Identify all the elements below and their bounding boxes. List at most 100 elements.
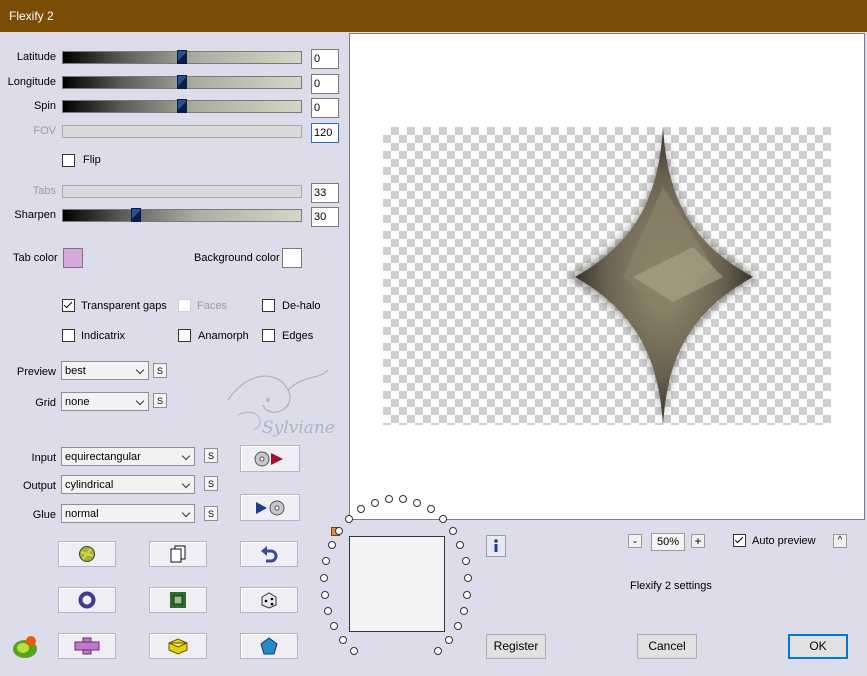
output-label: Output <box>22 480 56 492</box>
dial-step-circle[interactable] <box>463 590 472 599</box>
preview-s-button[interactable]: S <box>153 363 167 378</box>
flip-checkbox[interactable] <box>62 154 75 167</box>
latitude-slider[interactable] <box>62 50 302 64</box>
dial-step-circle[interactable] <box>338 635 347 644</box>
sharpen-slider[interactable] <box>62 208 302 222</box>
donut-button[interactable] <box>58 587 116 613</box>
input-convert-button[interactable] <box>240 445 300 472</box>
auto-preview-checkbox[interactable] <box>733 534 746 547</box>
copy-icon <box>170 545 186 563</box>
tab-color-swatch[interactable] <box>63 248 83 268</box>
grid-dropdown-value: none <box>65 396 90 408</box>
glue-s-button[interactable]: S <box>204 506 218 521</box>
copy-button[interactable] <box>149 541 207 567</box>
disc-to-play-icon <box>256 500 285 515</box>
anamorph-checkbox[interactable] <box>178 329 191 342</box>
dial-step-circle[interactable] <box>456 541 465 550</box>
zoom-out-button[interactable]: - <box>628 534 642 548</box>
preview-dropdown[interactable]: best <box>61 361 149 380</box>
spin-label: Spin <box>33 100 56 112</box>
preview-label: Preview <box>16 366 56 378</box>
chip-button[interactable] <box>149 587 207 613</box>
longitude-value-input[interactable]: 0 <box>311 74 339 94</box>
dial-step-circle[interactable] <box>327 541 336 550</box>
play-to-disc-icon <box>254 451 283 466</box>
tabs-slider <box>62 185 302 198</box>
zoom-in-button[interactable]: + <box>691 534 705 548</box>
dial-step-circle[interactable] <box>322 557 331 566</box>
input-dropdown[interactable]: equirectangular <box>61 447 195 466</box>
chevron-down-icon <box>181 508 191 518</box>
dial-step-circle[interactable] <box>445 635 454 644</box>
faces-checkbox <box>178 299 191 312</box>
dial-step-circle[interactable] <box>434 646 443 655</box>
dial-step-circle[interactable] <box>461 557 470 566</box>
dial-step-circle[interactable] <box>320 590 329 599</box>
dial-step-circle[interactable] <box>370 498 379 507</box>
output-s-button[interactable]: S <box>204 476 218 491</box>
background-color-label: Background color <box>194 252 280 264</box>
dial-step-circle[interactable] <box>453 622 462 631</box>
dial-step-circle[interactable] <box>349 646 358 655</box>
longitude-label: Longitude <box>7 76 56 88</box>
cancel-button[interactable]: Cancel <box>637 634 697 659</box>
dial-step-circle[interactable] <box>448 527 457 536</box>
longitude-slider-thumb[interactable] <box>177 75 187 89</box>
tabs-value-input[interactable]: 33 <box>311 183 339 203</box>
grid-dropdown[interactable]: none <box>61 392 149 411</box>
spin-slider[interactable] <box>62 99 302 113</box>
transparent-gaps-label: Transparent gaps <box>81 300 167 312</box>
indicatrix-checkbox[interactable] <box>62 329 75 342</box>
title-bar: Flexify 2 <box>0 0 867 32</box>
thumbnail-preview[interactable] <box>349 536 445 632</box>
dial-step-circle[interactable] <box>324 606 333 615</box>
spin-value-input[interactable]: 0 <box>311 98 339 118</box>
fov-value-input[interactable]: 120 <box>311 123 339 143</box>
register-button[interactable]: Register <box>486 634 546 659</box>
cross-button[interactable] <box>58 633 116 659</box>
transparent-gaps-checkbox[interactable] <box>62 299 75 312</box>
spin-slider-thumb[interactable] <box>177 99 187 113</box>
output-dropdown[interactable]: cylindrical <box>61 475 195 494</box>
faces-label: Faces <box>197 300 227 312</box>
undo-button[interactable] <box>240 541 298 567</box>
de-halo-checkbox[interactable] <box>262 299 275 312</box>
dial-step-circle[interactable] <box>330 622 339 631</box>
collapse-button[interactable]: ^ <box>833 534 847 548</box>
tab-color-label: Tab color <box>13 252 58 264</box>
latitude-value-input[interactable]: 0 <box>311 49 339 69</box>
sharpen-value-input[interactable]: 30 <box>311 207 339 227</box>
sharpen-slider-thumb[interactable] <box>131 208 141 222</box>
watermark-text: Sylviane <box>262 418 335 438</box>
gem-button[interactable] <box>240 633 298 659</box>
output-convert-button[interactable] <box>240 494 300 521</box>
chevron-down-icon <box>135 365 145 375</box>
glue-dropdown[interactable]: normal <box>61 504 195 523</box>
input-s-button[interactable]: S <box>204 448 218 463</box>
dial-step-circle[interactable] <box>463 573 472 582</box>
input-dropdown-value: equirectangular <box>65 451 141 463</box>
donut-icon <box>78 591 96 609</box>
dial-step-circle[interactable] <box>345 514 354 523</box>
edges-checkbox[interactable] <box>262 329 275 342</box>
info-button[interactable] <box>486 535 506 557</box>
latitude-slider-thumb[interactable] <box>177 50 187 64</box>
input-label: Input <box>31 452 56 464</box>
cross-icon <box>74 637 100 655</box>
background-color-swatch[interactable] <box>282 248 302 268</box>
ok-button[interactable]: OK <box>788 634 848 659</box>
chevron-down-icon <box>181 479 191 489</box>
cube-button[interactable] <box>149 633 207 659</box>
window-title: Flexify 2 <box>9 9 54 23</box>
dial-step-circle[interactable] <box>459 606 468 615</box>
preview-canvas[interactable] <box>349 33 865 520</box>
dice-button[interactable] <box>240 587 298 613</box>
dial-step-circle[interactable] <box>335 527 344 536</box>
preview-dropdown-value: best <box>65 365 86 377</box>
randomize-globe-button[interactable] <box>58 541 116 567</box>
dial-step-circle[interactable] <box>320 573 329 582</box>
cube-icon <box>168 638 188 655</box>
grid-s-button[interactable]: S <box>153 393 167 408</box>
dial-step-circle[interactable] <box>438 514 447 523</box>
longitude-slider[interactable] <box>62 75 302 89</box>
